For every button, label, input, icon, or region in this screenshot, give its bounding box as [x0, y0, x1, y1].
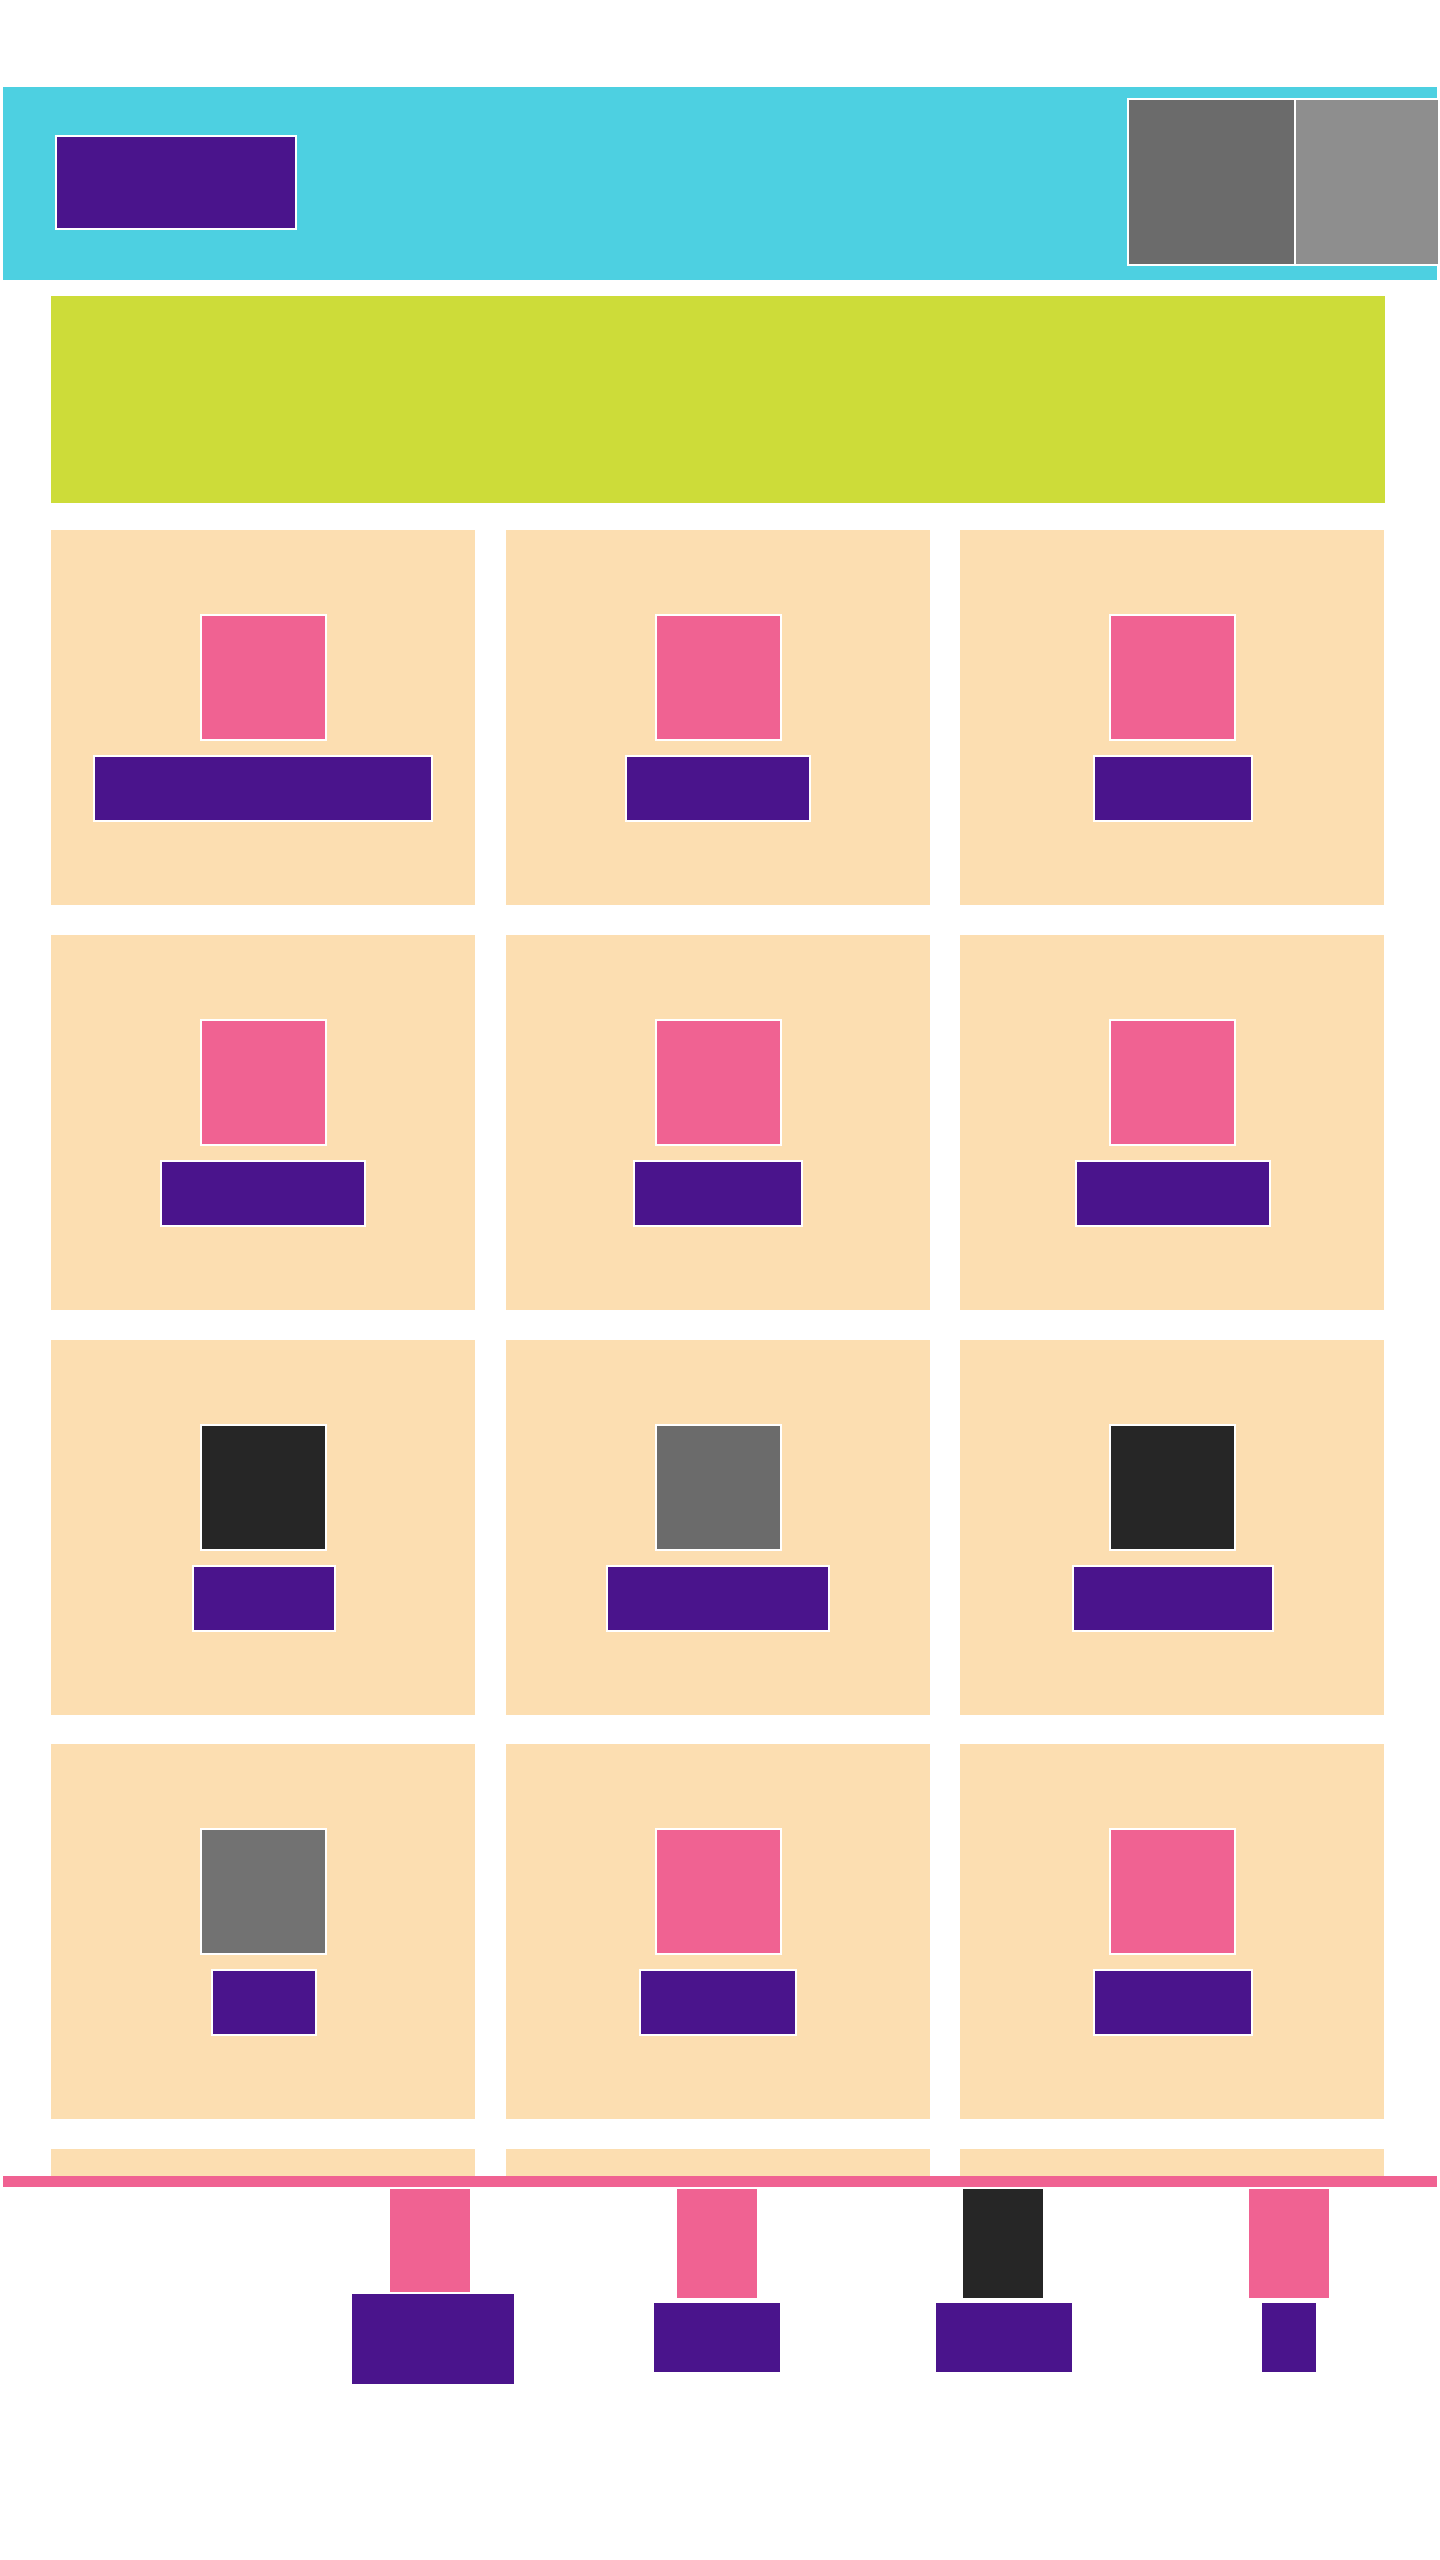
card-label	[625, 755, 811, 822]
card-thumbnail	[1109, 1019, 1236, 1146]
card[interactable]	[51, 1744, 475, 2119]
header-action-1-button[interactable]	[1127, 98, 1297, 266]
card-label	[1093, 755, 1253, 822]
bottom-nav-divider	[3, 2176, 1437, 2187]
card-label	[192, 1565, 336, 1632]
card-label	[1075, 1160, 1271, 1227]
nav-item-1-label	[350, 2292, 516, 2386]
card[interactable]	[960, 530, 1384, 905]
nav-item-3-label	[934, 2301, 1074, 2374]
card-label	[633, 1160, 803, 1227]
card[interactable]	[960, 1340, 1384, 1715]
card-thumbnail	[200, 1019, 327, 1146]
card-label	[606, 1565, 830, 1632]
nav-item-1-icon	[388, 2187, 472, 2300]
card-thumbnail	[1109, 614, 1236, 741]
card-label	[160, 1160, 366, 1227]
nav-item-2-label	[652, 2301, 782, 2374]
card-thumbnail	[200, 1828, 327, 1955]
card-label	[1072, 1565, 1274, 1632]
card-label	[211, 1969, 317, 2036]
card[interactable]	[506, 2149, 930, 2179]
header-action-2-button[interactable]	[1294, 98, 1440, 266]
card[interactable]	[506, 530, 930, 905]
card-label	[639, 1969, 797, 2036]
card-thumbnail	[1109, 1828, 1236, 1955]
card-label	[1093, 1969, 1253, 2036]
card-thumbnail	[655, 1424, 782, 1551]
card-thumbnail	[655, 614, 782, 741]
card-thumbnail	[200, 1424, 327, 1551]
card-thumbnail	[655, 1019, 782, 1146]
card[interactable]	[51, 1340, 475, 1715]
card[interactable]	[506, 1744, 930, 2119]
card[interactable]	[51, 530, 475, 905]
card[interactable]	[51, 935, 475, 1310]
card[interactable]	[506, 1340, 930, 1715]
card[interactable]	[51, 2149, 475, 2179]
app-logo[interactable]	[55, 135, 297, 230]
nav-item-2-icon	[675, 2187, 759, 2300]
card[interactable]	[960, 935, 1384, 1310]
card[interactable]	[960, 1744, 1384, 2119]
card[interactable]	[506, 935, 930, 1310]
card-thumbnail	[1109, 1424, 1236, 1551]
card[interactable]	[960, 2149, 1384, 2179]
promo-banner[interactable]	[51, 296, 1385, 503]
nav-item-4-label	[1260, 2301, 1318, 2374]
card-label	[93, 755, 433, 822]
nav-item-4-icon	[1247, 2187, 1331, 2300]
bottom-nav	[0, 2187, 1440, 2407]
card-thumbnail	[655, 1828, 782, 1955]
card-thumbnail	[200, 614, 327, 741]
nav-item-3-icon	[961, 2187, 1045, 2300]
